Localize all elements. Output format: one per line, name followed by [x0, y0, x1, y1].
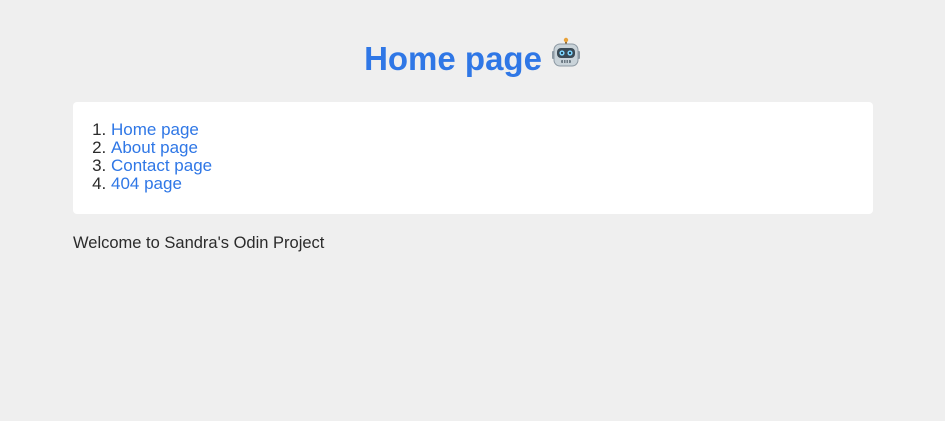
page-title: Home page — [73, 0, 873, 82]
nav-card: Home page About page Contact page 404 pa… — [73, 102, 873, 214]
page-title-text: Home page — [364, 40, 542, 77]
nav-list-item: About page — [111, 139, 873, 157]
nav-link-home[interactable]: Home page — [111, 120, 199, 139]
welcome-text: Welcome to Sandra's Odin Project — [73, 234, 325, 252]
nav-list: Home page About page Contact page 404 pa… — [73, 121, 873, 193]
nav-link-404[interactable]: 404 page — [111, 174, 182, 193]
nav-list-item: 404 page — [111, 175, 873, 193]
nav-list-item: Contact page — [111, 157, 873, 175]
nav-link-contact[interactable]: Contact page — [111, 156, 212, 175]
robot-icon — [550, 37, 582, 77]
page: Home page 1. Home page 2. About page 3. … — [0, 0, 945, 421]
nav-list-item: Home page — [111, 121, 873, 139]
nav-link-about[interactable]: About page — [111, 138, 198, 157]
